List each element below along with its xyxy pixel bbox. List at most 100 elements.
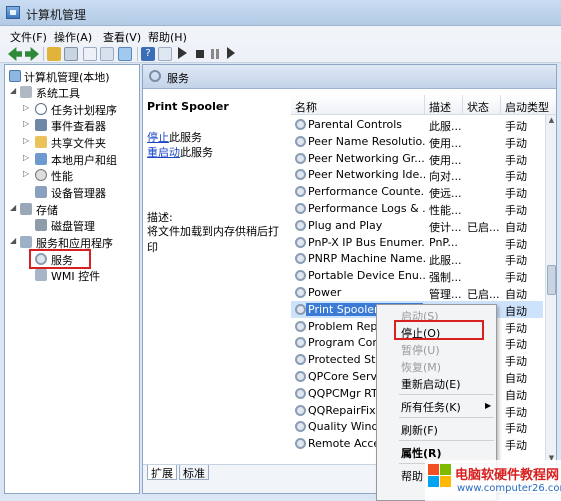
tab-extended[interactable]: 扩展 [147,465,177,480]
expand-arrow-icon[interactable]: ▷ [23,119,32,128]
service-name: Performance Logs & ... [308,202,425,215]
menu-separator [399,440,494,441]
service-row[interactable]: Parental Controls 此服... 手动 [291,116,543,133]
service-description: 此服... [429,254,462,268]
scroll-up-icon[interactable]: ▲ [547,116,556,125]
console-icon[interactable] [158,47,172,61]
column-startup-type[interactable]: 启动类型 [501,95,556,115]
expand-arrow-icon[interactable]: ▷ [23,153,32,162]
expand-arrow-icon[interactable]: ▷ [23,103,32,112]
services-header: 服务 [143,65,556,89]
menu-item-all-tasks[interactable]: 所有任务(K) [401,399,461,415]
computer-management-icon [6,6,20,19]
submenu-arrow-icon: ▶ [485,401,492,410]
expand-arrow-icon[interactable]: ▷ [23,136,32,145]
menu-item-refresh[interactable]: 刷新(F) [401,422,438,438]
service-row[interactable]: Power 管理... 已启... 自动 [291,284,543,301]
pause-service-icon[interactable] [211,49,214,59]
service-description: 此服... [429,120,462,133]
export-list-icon[interactable] [118,47,132,61]
service-startup-type: 自动 [505,388,527,402]
restart-service-icon[interactable] [227,47,235,59]
up-folder-icon[interactable] [47,47,61,61]
service-name: Plug and Play [308,218,383,232]
window-title: 计算机管理 [26,8,87,22]
help-icon[interactable]: ? [141,47,155,61]
menu-separator [399,394,494,395]
expand-arrow-icon[interactable]: ▷ [23,169,32,178]
console-tree: 计算机管理(本地) ◢ 系统工具 ▷ 任务计划程序 ▷ 事件查看器 ▷ 共享文件… [4,64,140,494]
stop-service-icon[interactable] [196,50,204,58]
service-name: Portable Device Enu... [308,269,425,283]
menu-help[interactable]: 帮助(H) [148,29,187,45]
properties-icon[interactable] [83,47,97,61]
service-row[interactable]: Performance Logs & ... 性能... 手动 [291,200,543,217]
menu-view[interactable]: 查看(V) [103,29,141,45]
service-row[interactable]: Plug and Play 使计... 已启... 自动 [291,217,543,234]
storage-icon [20,203,32,215]
service-name: Peer Networking Gr... [308,151,425,165]
tools-icon [20,86,32,98]
services-apps-icon [20,236,32,248]
service-name: Peer Networking Ide... [308,168,425,182]
service-row[interactable]: Performance Counte... 使远... 手动 [291,183,543,200]
service-row[interactable]: Peer Networking Ide... 向对... 手动 [291,166,543,183]
service-startup-type: 手动 [505,405,527,419]
menu-item-pause[interactable]: 暂停(U) [401,342,440,358]
menu-item-resume[interactable]: 恢复(M) [401,359,441,375]
service-description: PnP... [429,235,458,249]
scroll-thumb[interactable] [547,265,556,295]
service-gear-icon [295,135,306,147]
service-startup-type: 自动 [505,304,527,318]
column-status[interactable]: 状态 [463,95,501,115]
service-gear-icon [295,387,306,399]
service-startup-type: 手动 [505,338,527,352]
collapse-arrow-icon[interactable]: ◢ [10,236,19,245]
service-gear-icon [295,438,306,450]
column-name[interactable]: 名称 [291,95,425,115]
service-startup-type: 手动 [505,271,527,285]
back-icon[interactable] [8,47,22,61]
service-row[interactable]: Portable Device Enu... 强制... 手动 [291,267,543,284]
service-gear-icon [295,169,306,181]
device-manager-icon [35,186,47,198]
refresh-icon[interactable] [100,47,114,61]
title-bar: 计算机管理 [0,0,561,26]
windows-logo-icon [428,464,452,488]
restart-service-link[interactable]: 重启动 [147,146,180,159]
menu-file[interactable]: 文件(F) [10,29,47,45]
column-description[interactable]: 描述 [425,95,463,115]
service-row[interactable]: PnP-X IP Bus Enumer... PnP... 手动 [291,234,543,251]
service-gear-icon [295,404,306,416]
forward-icon[interactable] [25,47,39,61]
vertical-scrollbar[interactable]: ▲ ▼ [545,115,556,464]
menu-item-help[interactable]: 帮助 [401,468,423,484]
watermark-title: 电脑软硬件教程网 [455,468,560,483]
service-name: Power [308,286,342,299]
menu-separator [399,417,494,418]
stop-service-link[interactable]: 停止 [147,131,169,144]
watermark-url: www.computer26.com [457,483,561,494]
collapse-arrow-icon[interactable]: ◢ [10,203,19,212]
performance-icon [35,169,47,181]
service-description: 使用... [429,153,462,167]
start-service-icon[interactable] [178,47,187,59]
menu-item-properties[interactable]: 属性(R) [401,445,442,461]
services-highlight-box [29,249,91,269]
collapse-arrow-icon[interactable]: ◢ [10,86,19,95]
service-startup-type: 手动 [505,321,527,335]
service-startup-type: 自动 [505,372,527,385]
service-row[interactable]: Peer Name Resolutio... 使用... 手动 [291,133,543,150]
service-startup-type: 自动 [505,220,527,234]
service-row[interactable]: Peer Networking Gr... 使用... 手动 [291,150,543,167]
wmi-icon [35,269,47,281]
tab-standard[interactable]: 标准 [179,465,209,480]
computer-icon [9,70,21,82]
service-description: 强制... [429,271,462,285]
show-hide-tree-icon[interactable] [64,47,78,61]
service-gear-icon [295,119,306,130]
menu-action[interactable]: 操作(A) [54,29,92,45]
menu-item-restart[interactable]: 重新启动(E) [401,376,461,392]
service-status: 已启... [467,288,500,301]
service-row[interactable]: PNRP Machine Name... 此服... 手动 [291,250,543,267]
